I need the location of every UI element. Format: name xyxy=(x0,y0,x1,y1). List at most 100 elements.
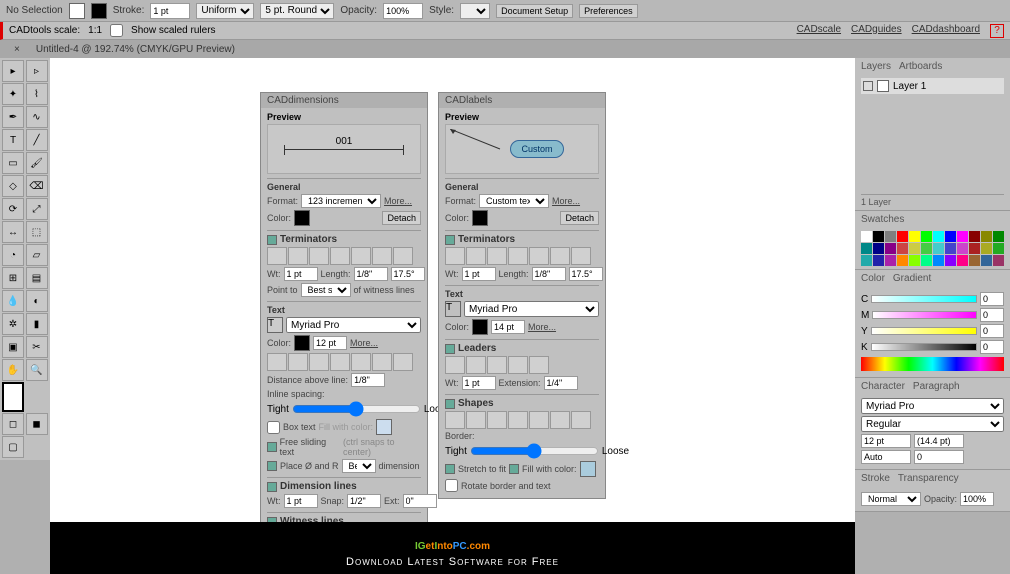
shape-style[interactable] xyxy=(487,411,507,429)
caddashboard-link[interactable]: CADdashboard xyxy=(912,24,980,38)
ext-input[interactable] xyxy=(403,494,437,508)
swatch[interactable] xyxy=(969,255,980,266)
terminator-style[interactable] xyxy=(571,247,591,265)
hand-tool[interactable]: ✋ xyxy=(2,359,24,381)
type-tool[interactable]: T xyxy=(2,129,24,151)
tab-stroke[interactable]: Stroke xyxy=(861,473,890,484)
swatch[interactable] xyxy=(885,243,896,254)
selection-tool[interactable]: ▸ xyxy=(2,60,24,82)
tab-gradient[interactable]: Gradient xyxy=(893,273,931,284)
text-pos[interactable] xyxy=(288,353,308,371)
leader-style[interactable] xyxy=(508,356,528,374)
stroke-weight-input[interactable] xyxy=(150,3,190,19)
terminator-style[interactable] xyxy=(309,247,329,265)
tab-swatches[interactable]: Swatches xyxy=(861,214,904,225)
terminator-style[interactable] xyxy=(372,247,392,265)
spacing-slider[interactable] xyxy=(292,401,421,417)
rectangle-tool[interactable]: ▭ xyxy=(2,152,24,174)
magic-wand-tool[interactable]: ✦ xyxy=(2,83,24,105)
artboard-tool[interactable]: ▣ xyxy=(2,336,24,358)
terminator-style[interactable] xyxy=(445,247,465,265)
yellow-slider[interactable] xyxy=(871,327,977,335)
length-input[interactable] xyxy=(532,267,566,281)
draw-mode-normal[interactable]: ◻ xyxy=(2,413,24,435)
swatch[interactable] xyxy=(981,243,992,254)
fill-swatch[interactable] xyxy=(69,3,85,19)
swatch[interactable] xyxy=(993,255,1004,266)
tracking-input[interactable] xyxy=(914,450,964,464)
cyan-slider[interactable] xyxy=(871,295,977,303)
swatch[interactable] xyxy=(957,231,968,242)
detach-button[interactable]: Detach xyxy=(560,211,599,225)
shape-builder-tool[interactable]: ◔ xyxy=(2,244,24,266)
cadguides-link[interactable]: CADguides xyxy=(851,24,902,38)
black-input[interactable] xyxy=(980,340,1004,354)
scale-tool[interactable]: ⤢ xyxy=(26,198,48,220)
yellow-input[interactable] xyxy=(980,324,1004,338)
swatch[interactable] xyxy=(945,243,956,254)
extension-input[interactable] xyxy=(544,376,578,390)
magenta-slider[interactable] xyxy=(872,311,977,319)
stroke-profile-select[interactable]: Uniform xyxy=(196,3,254,19)
shape-style[interactable] xyxy=(508,411,528,429)
document-tab[interactable]: Untitled-4 @ 192.74% (CMYK/GPU Preview) xyxy=(28,42,243,57)
swatch[interactable] xyxy=(921,231,932,242)
style-select[interactable] xyxy=(460,3,490,19)
swatch[interactable] xyxy=(909,255,920,266)
line-tool[interactable]: ╱ xyxy=(26,129,48,151)
swatch[interactable] xyxy=(969,231,980,242)
terminators-checkbox[interactable] xyxy=(267,235,277,245)
shaper-tool[interactable]: ◇ xyxy=(2,175,24,197)
wt-input[interactable] xyxy=(284,267,318,281)
fill-checkbox[interactable] xyxy=(509,464,519,474)
lasso-tool[interactable]: ⌇ xyxy=(26,83,48,105)
stroke-swatch[interactable] xyxy=(91,3,107,19)
tab-artboards[interactable]: Artboards xyxy=(899,61,942,72)
fill-color-swatch[interactable] xyxy=(580,461,596,477)
text-pos[interactable] xyxy=(309,353,329,371)
column-graph-tool[interactable]: ▮ xyxy=(26,313,48,335)
blend-tool[interactable]: ◐ xyxy=(26,290,48,312)
place-select[interactable]: Before xyxy=(342,459,376,473)
swatch[interactable] xyxy=(921,243,932,254)
fill-stroke-indicator[interactable] xyxy=(2,382,24,412)
length-input[interactable] xyxy=(354,267,388,281)
color-swatch[interactable] xyxy=(472,210,488,226)
swatch[interactable] xyxy=(861,255,872,266)
detach-button[interactable]: Detach xyxy=(382,211,421,225)
font-family-select[interactable]: Myriad Pro xyxy=(861,398,1004,414)
text-color-swatch[interactable] xyxy=(294,335,310,351)
swatch[interactable] xyxy=(873,231,884,242)
tab-paragraph[interactable]: Paragraph xyxy=(913,381,960,392)
terminator-style[interactable] xyxy=(330,247,350,265)
terminator-style[interactable] xyxy=(550,247,570,265)
swatch[interactable] xyxy=(909,231,920,242)
shape-style[interactable] xyxy=(466,411,486,429)
swatch[interactable] xyxy=(969,243,980,254)
swatch[interactable] xyxy=(993,231,1004,242)
eyedropper-tool[interactable]: 💧 xyxy=(2,290,24,312)
transparency-opacity-input[interactable] xyxy=(960,492,994,506)
format-select[interactable]: 123 incremental xyxy=(301,194,381,208)
visibility-icon[interactable] xyxy=(863,81,873,91)
swatch[interactable] xyxy=(897,243,908,254)
angle-input[interactable] xyxy=(391,267,425,281)
swatch[interactable] xyxy=(897,231,908,242)
dim-lines-checkbox[interactable] xyxy=(267,482,277,492)
help-button[interactable]: ? xyxy=(990,24,1004,38)
wt-input[interactable] xyxy=(462,267,496,281)
swatch[interactable] xyxy=(945,255,956,266)
point-select[interactable]: Best side xyxy=(301,283,351,297)
magenta-input[interactable] xyxy=(980,308,1004,322)
symbol-sprayer-tool[interactable]: ✲ xyxy=(2,313,24,335)
shape-style[interactable] xyxy=(550,411,570,429)
dimline-wt-input[interactable] xyxy=(284,494,318,508)
font-style-select[interactable]: Regular xyxy=(861,416,1004,432)
leader-style[interactable] xyxy=(466,356,486,374)
swatch[interactable] xyxy=(861,231,872,242)
swatch[interactable] xyxy=(873,255,884,266)
text-pos[interactable] xyxy=(351,353,371,371)
black-slider[interactable] xyxy=(871,343,977,351)
swatch[interactable] xyxy=(885,255,896,266)
swatch[interactable] xyxy=(957,255,968,266)
